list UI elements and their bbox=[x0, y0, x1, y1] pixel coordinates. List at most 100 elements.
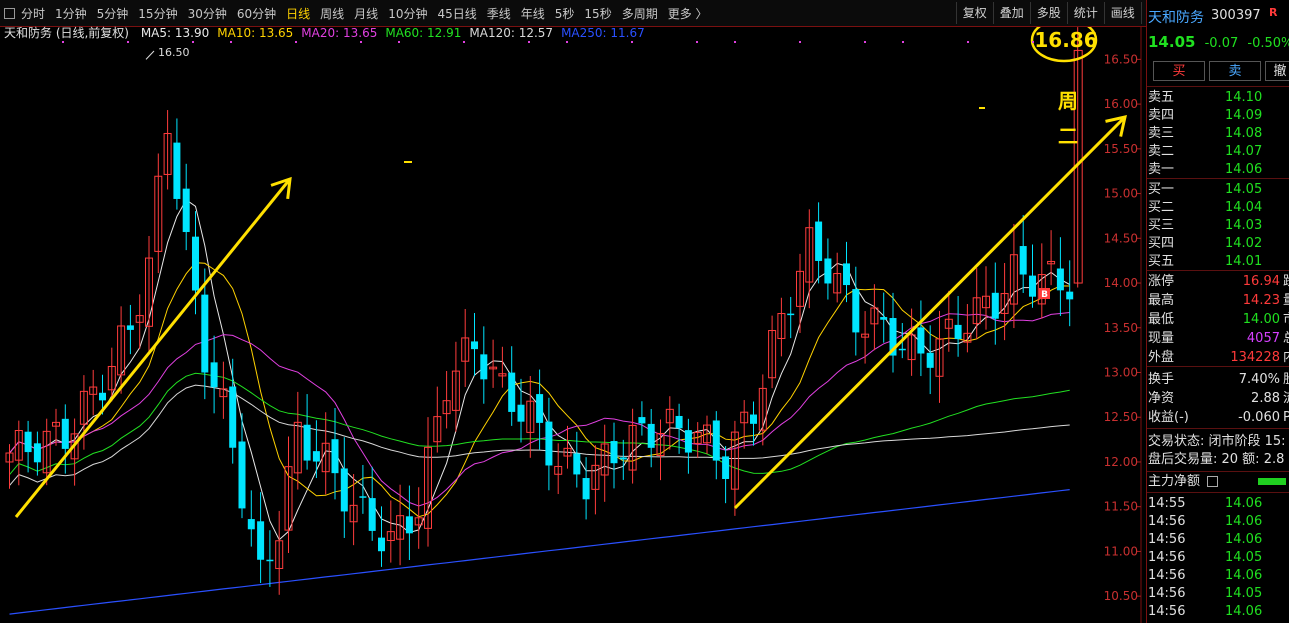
period-tab[interactable]: 日线 bbox=[286, 5, 310, 22]
buy-button[interactable]: 买 bbox=[1153, 61, 1205, 81]
tool-button[interactable]: 多股 bbox=[1029, 2, 1067, 24]
stat-value: 16.94 bbox=[1242, 274, 1280, 289]
tick-price: 14.06 bbox=[1225, 532, 1263, 547]
stat-row: 外盘 134228内盘 bbox=[1147, 349, 1289, 367]
stat-value: 7.40% bbox=[1238, 372, 1280, 387]
tick-price: 14.06 bbox=[1225, 604, 1263, 619]
price-tick-label: 11.00 bbox=[1104, 544, 1138, 558]
candle-down bbox=[1019, 246, 1027, 275]
price-tick-label: 15.50 bbox=[1104, 142, 1138, 156]
asks-row[interactable]: 卖一 14.06 bbox=[1147, 161, 1289, 179]
period-tab[interactable]: 45日线 bbox=[437, 5, 476, 22]
period-tab[interactable]: 5秒 bbox=[555, 5, 575, 22]
period-tab[interactable]: 10分钟 bbox=[388, 5, 427, 22]
bids-row[interactable]: 买五 14.01 bbox=[1147, 253, 1289, 271]
tick-row: 14:56 14.06 bbox=[1147, 603, 1289, 621]
tick-price: 14.06 bbox=[1225, 496, 1263, 511]
event-dot bbox=[127, 41, 129, 43]
event-dot bbox=[864, 41, 866, 43]
asks-row[interactable]: 卖二 14.07 bbox=[1147, 143, 1289, 161]
candle-down bbox=[991, 292, 999, 319]
candle-down bbox=[33, 443, 41, 463]
trade-state: 交易状态: 闭市阶段 15: bbox=[1148, 434, 1286, 449]
asks-row[interactable]: 卖四 14.09 bbox=[1147, 107, 1289, 125]
candle-down bbox=[647, 423, 655, 448]
stat-label: 收益(-) bbox=[1148, 410, 1189, 425]
period-tab[interactable]: 30分钟 bbox=[188, 5, 227, 22]
period-tab[interactable]: 15分钟 bbox=[138, 5, 177, 22]
tick-row: 14:55 14.06 bbox=[1147, 495, 1289, 513]
candle-down bbox=[843, 263, 850, 286]
candle-down bbox=[954, 324, 962, 340]
candle-down bbox=[722, 456, 730, 480]
sell-button[interactable]: 卖 bbox=[1209, 61, 1261, 81]
trend-arrow-left bbox=[14, 178, 292, 518]
period-tab[interactable]: 多周期 bbox=[622, 5, 658, 22]
bids-row[interactable]: 买二 14.04 bbox=[1147, 199, 1289, 217]
candle-down bbox=[926, 352, 934, 368]
candle-down bbox=[229, 386, 237, 448]
price-tick-label: 14.50 bbox=[1104, 231, 1138, 245]
period-tab[interactable]: 15秒 bbox=[584, 5, 611, 22]
candle-down bbox=[480, 354, 488, 380]
bids-row[interactable]: 买三 14.03 bbox=[1147, 217, 1289, 235]
stat-value: -0.060 bbox=[1238, 410, 1280, 425]
stat-label: 换手 bbox=[1148, 372, 1175, 387]
period-tab[interactable]: 60分钟 bbox=[237, 5, 276, 22]
candle-down bbox=[675, 415, 683, 429]
bids-label: 买三 bbox=[1148, 218, 1175, 233]
asks-row[interactable]: 卖三 14.08 bbox=[1147, 125, 1289, 143]
tick-price: 14.05 bbox=[1225, 586, 1263, 601]
kline-svg[interactable]: 16.50 16.00 15.50 15.00 14.50 14.00 13.50 13.00… bbox=[0, 27, 1146, 623]
netflow-label: 主力净额 bbox=[1148, 474, 1201, 489]
asks-price: 14.07 bbox=[1225, 144, 1263, 159]
candle-down bbox=[582, 478, 590, 500]
quote-panel: 天和防务 300397 R 14.05 -0.07 -0.50% 买 卖 撤 卖… bbox=[1146, 0, 1289, 623]
stat-value: 2.88 bbox=[1251, 391, 1280, 406]
cancel-order-button[interactable]: 撤 bbox=[1265, 61, 1289, 81]
price-tick-label: 15.00 bbox=[1104, 187, 1138, 201]
bids-row[interactable]: 买四 14.02 bbox=[1147, 235, 1289, 253]
tick-price: 14.05 bbox=[1225, 550, 1263, 565]
price-tick-label: 12.00 bbox=[1104, 455, 1138, 469]
netflow-list-icon[interactable] bbox=[1207, 476, 1219, 487]
candle-down bbox=[824, 258, 832, 284]
tool-button[interactable]: 统计 bbox=[1066, 2, 1104, 24]
period-tab[interactable]: 5分钟 bbox=[97, 5, 129, 22]
event-dot bbox=[902, 41, 904, 43]
candle-down bbox=[247, 519, 255, 530]
price-change-pct: -0.50% bbox=[1247, 36, 1289, 51]
chart-title: 天和防务 (日线,前复权) bbox=[4, 26, 129, 40]
period-tab[interactable]: 年线 bbox=[521, 5, 545, 22]
candle-down bbox=[536, 394, 544, 423]
bids-row[interactable]: 买一 14.05 bbox=[1147, 181, 1289, 199]
tool-button[interactable]: 复权 bbox=[955, 2, 993, 24]
candle-down bbox=[368, 498, 376, 531]
period-tab[interactable]: 1分钟 bbox=[55, 5, 87, 22]
bids-label: 买四 bbox=[1148, 236, 1175, 251]
period-tab[interactable]: 季线 bbox=[487, 5, 511, 22]
stock-code: 300397 bbox=[1211, 8, 1261, 23]
high-marker-label: 16.50 bbox=[158, 46, 190, 59]
candle-down bbox=[405, 516, 413, 534]
tick-row: 14:56 14.06 bbox=[1147, 567, 1289, 585]
asks-row[interactable]: 卖五 14.10 bbox=[1147, 89, 1289, 107]
event-dot bbox=[528, 41, 530, 43]
candle-down bbox=[126, 325, 134, 330]
period-tab[interactable]: 分时 bbox=[21, 5, 45, 22]
bids-label: 买二 bbox=[1148, 200, 1175, 215]
candle-down bbox=[312, 451, 320, 462]
tool-button[interactable]: 叠加 bbox=[992, 2, 1030, 24]
grid-icon[interactable] bbox=[4, 7, 15, 19]
price-tick-label: 14.00 bbox=[1104, 276, 1138, 290]
period-tab[interactable]: 更多 〉 bbox=[668, 5, 708, 22]
candle-down bbox=[898, 348, 906, 351]
kline-chart[interactable]: 16.50 16.00 15.50 15.00 14.50 14.00 13.50 13.00… bbox=[0, 26, 1146, 623]
candle-down bbox=[917, 327, 925, 354]
period-tab[interactable]: 周线 bbox=[320, 5, 344, 22]
tool-button[interactable]: 画线 bbox=[1103, 2, 1141, 24]
candle-down bbox=[638, 417, 646, 424]
netflow-row: 主力净额 bbox=[1148, 473, 1289, 491]
asks-label: 卖一 bbox=[1148, 162, 1175, 177]
period-tab[interactable]: 月线 bbox=[354, 5, 378, 22]
